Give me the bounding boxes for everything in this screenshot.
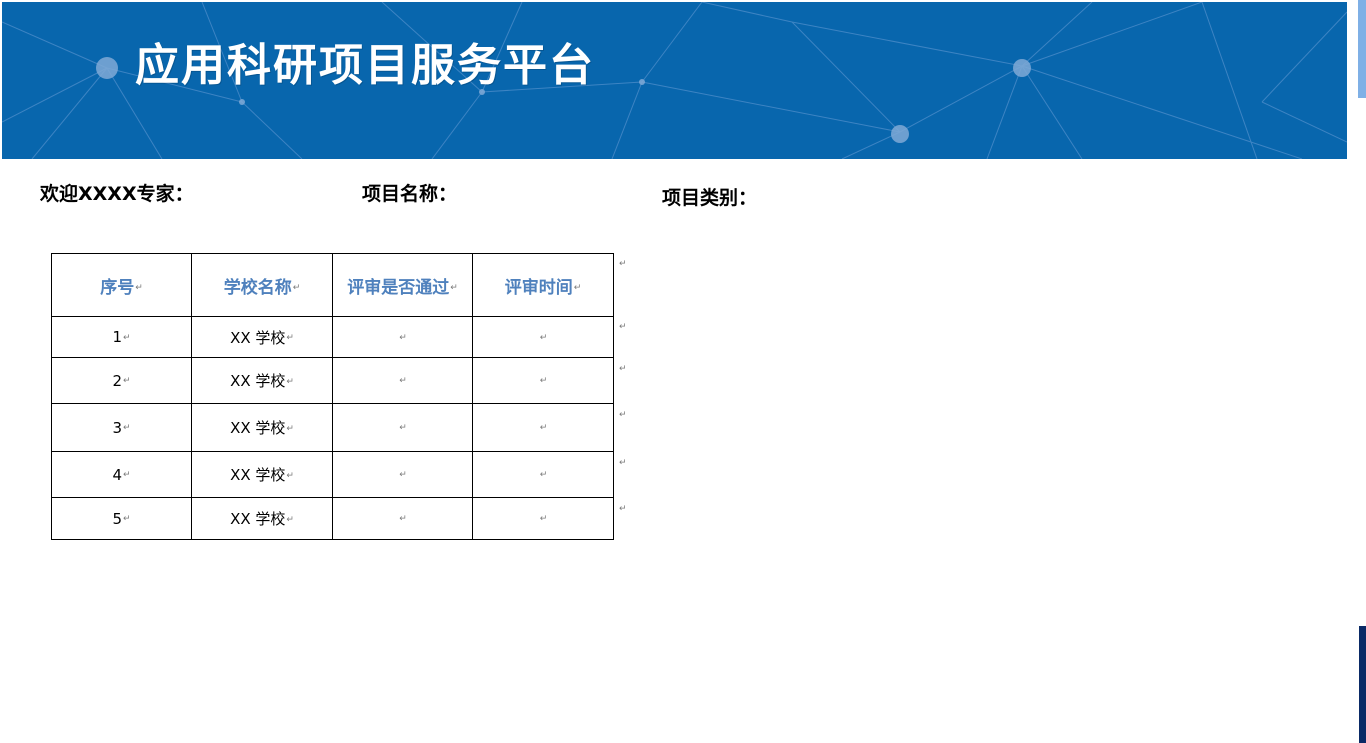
header-review-passed: 评审是否通过↵: [332, 253, 473, 317]
index-text: 1: [112, 328, 122, 346]
paragraph-mark: ↵: [539, 376, 548, 386]
paragraph-mark: ↵: [286, 333, 294, 343]
paragraph-mark: ↵: [135, 283, 143, 293]
cell-index: 1↵: [51, 316, 192, 358]
paragraph-mark: ↵: [286, 514, 294, 525]
cell-school: XX 学校↵: [191, 316, 333, 358]
row-end-mark: ↵: [619, 410, 627, 420]
paragraph-mark: ↵: [539, 470, 548, 480]
table-row: 4↵ XX 学校↵ ↵ ↵: [51, 451, 614, 498]
header-banner: 应用科研项目服务平台: [2, 2, 1347, 159]
cell-school: XX 学校↵: [191, 403, 333, 452]
index-text: 5: [112, 509, 122, 528]
paragraph-mark: ↵: [399, 514, 407, 524]
row-end-mark: ↵: [619, 259, 627, 269]
paragraph-mark: ↵: [123, 376, 131, 386]
paragraph-mark: ↵: [286, 470, 294, 481]
cell-school: XX 学校↵: [191, 357, 333, 404]
row-end-mark: ↵: [619, 458, 627, 468]
paragraph-mark: ↵: [539, 332, 548, 343]
cell-index: 4↵: [51, 451, 192, 498]
paragraph-mark: ↵: [539, 423, 548, 433]
table-row: 3↵ XX 学校↵ ↵ ↵: [51, 403, 614, 452]
header-index-text: 序号: [100, 277, 135, 298]
welcome-expert-label: 欢迎XXXX专家：: [40, 183, 194, 205]
table-row: 5↵ XX 学校↵ ↵ ↵: [51, 497, 614, 540]
row-end-mark: ↵: [619, 322, 627, 332]
project-name-label: 项目名称：: [362, 183, 458, 205]
index-text: 3: [112, 418, 122, 437]
cell-index: 2↵: [51, 357, 192, 404]
paragraph-mark: ↵: [399, 423, 407, 433]
paragraph-mark: ↵: [292, 283, 301, 293]
paragraph-mark: ↵: [123, 332, 131, 343]
cell-time[interactable]: ↵: [472, 497, 614, 540]
cell-index: 3↵: [51, 403, 192, 452]
cell-index: 5↵: [51, 497, 192, 540]
school-text: XX 学校: [230, 372, 286, 390]
cell-passed[interactable]: ↵: [332, 451, 473, 498]
paragraph-mark: ↵: [399, 470, 407, 480]
cell-time[interactable]: ↵: [472, 451, 614, 498]
school-text: XX 学校: [230, 510, 286, 528]
paragraph-mark: ↵: [286, 423, 294, 434]
review-table: 序号↵ 学校名称↵ 评审是否通过↵ 评审时间↵ 1↵ XX 学校↵ ↵ ↵ 2↵…: [51, 253, 614, 540]
cell-school: XX 学校↵: [191, 451, 333, 498]
table-row: 2↵ XX 学校↵ ↵ ↵: [51, 357, 614, 404]
header-school-name-text: 学校名称: [223, 277, 292, 298]
cell-passed[interactable]: ↵: [332, 357, 473, 404]
platform-title: 应用科研项目服务平台: [135, 40, 595, 91]
project-type-label: 项目类别：: [662, 187, 758, 209]
school-text: XX 学校: [230, 328, 286, 347]
header-review-passed-text: 评审是否通过: [347, 277, 450, 298]
index-text: 4: [112, 465, 122, 484]
header-review-time-text: 评审时间: [504, 277, 573, 298]
paragraph-mark: ↵: [399, 376, 407, 386]
row-end-mark: ↵: [619, 364, 627, 374]
cell-time[interactable]: ↵: [472, 316, 614, 358]
paragraph-mark: ↵: [123, 470, 131, 480]
page: 应用科研项目服务平台 欢迎XXXX专家： 项目名称： 项目类别： 序号↵ 学校名…: [0, 0, 1366, 743]
paragraph-mark: ↵: [399, 332, 407, 343]
cell-passed[interactable]: ↵: [332, 497, 473, 540]
paragraph-mark: ↵: [573, 283, 582, 293]
index-text: 2: [112, 371, 122, 390]
paragraph-mark: ↵: [123, 514, 131, 524]
header-review-time: 评审时间↵: [472, 253, 614, 317]
paragraph-mark: ↵: [450, 283, 458, 293]
cell-time[interactable]: ↵: [472, 403, 614, 452]
cell-school: XX 学校↵: [191, 497, 333, 540]
cell-passed[interactable]: ↵: [332, 403, 473, 452]
paragraph-mark: ↵: [286, 376, 294, 387]
right-edge-accent-top: [1358, 0, 1366, 98]
school-text: XX 学校: [230, 419, 286, 437]
paragraph-mark: ↵: [539, 514, 548, 524]
right-edge-accent-bottom: [1359, 626, 1366, 743]
table-header-row: 序号↵ 学校名称↵ 评审是否通过↵ 评审时间↵: [51, 253, 614, 317]
table-row: 1↵ XX 学校↵ ↵ ↵: [51, 316, 614, 358]
header-index: 序号↵: [51, 253, 192, 317]
row-end-mark: ↵: [619, 504, 627, 514]
school-text: XX 学校: [230, 466, 286, 484]
cell-time[interactable]: ↵: [472, 357, 614, 404]
paragraph-mark: ↵: [123, 423, 131, 433]
header-school-name: 学校名称↵: [191, 253, 333, 317]
cell-passed[interactable]: ↵: [332, 316, 473, 358]
